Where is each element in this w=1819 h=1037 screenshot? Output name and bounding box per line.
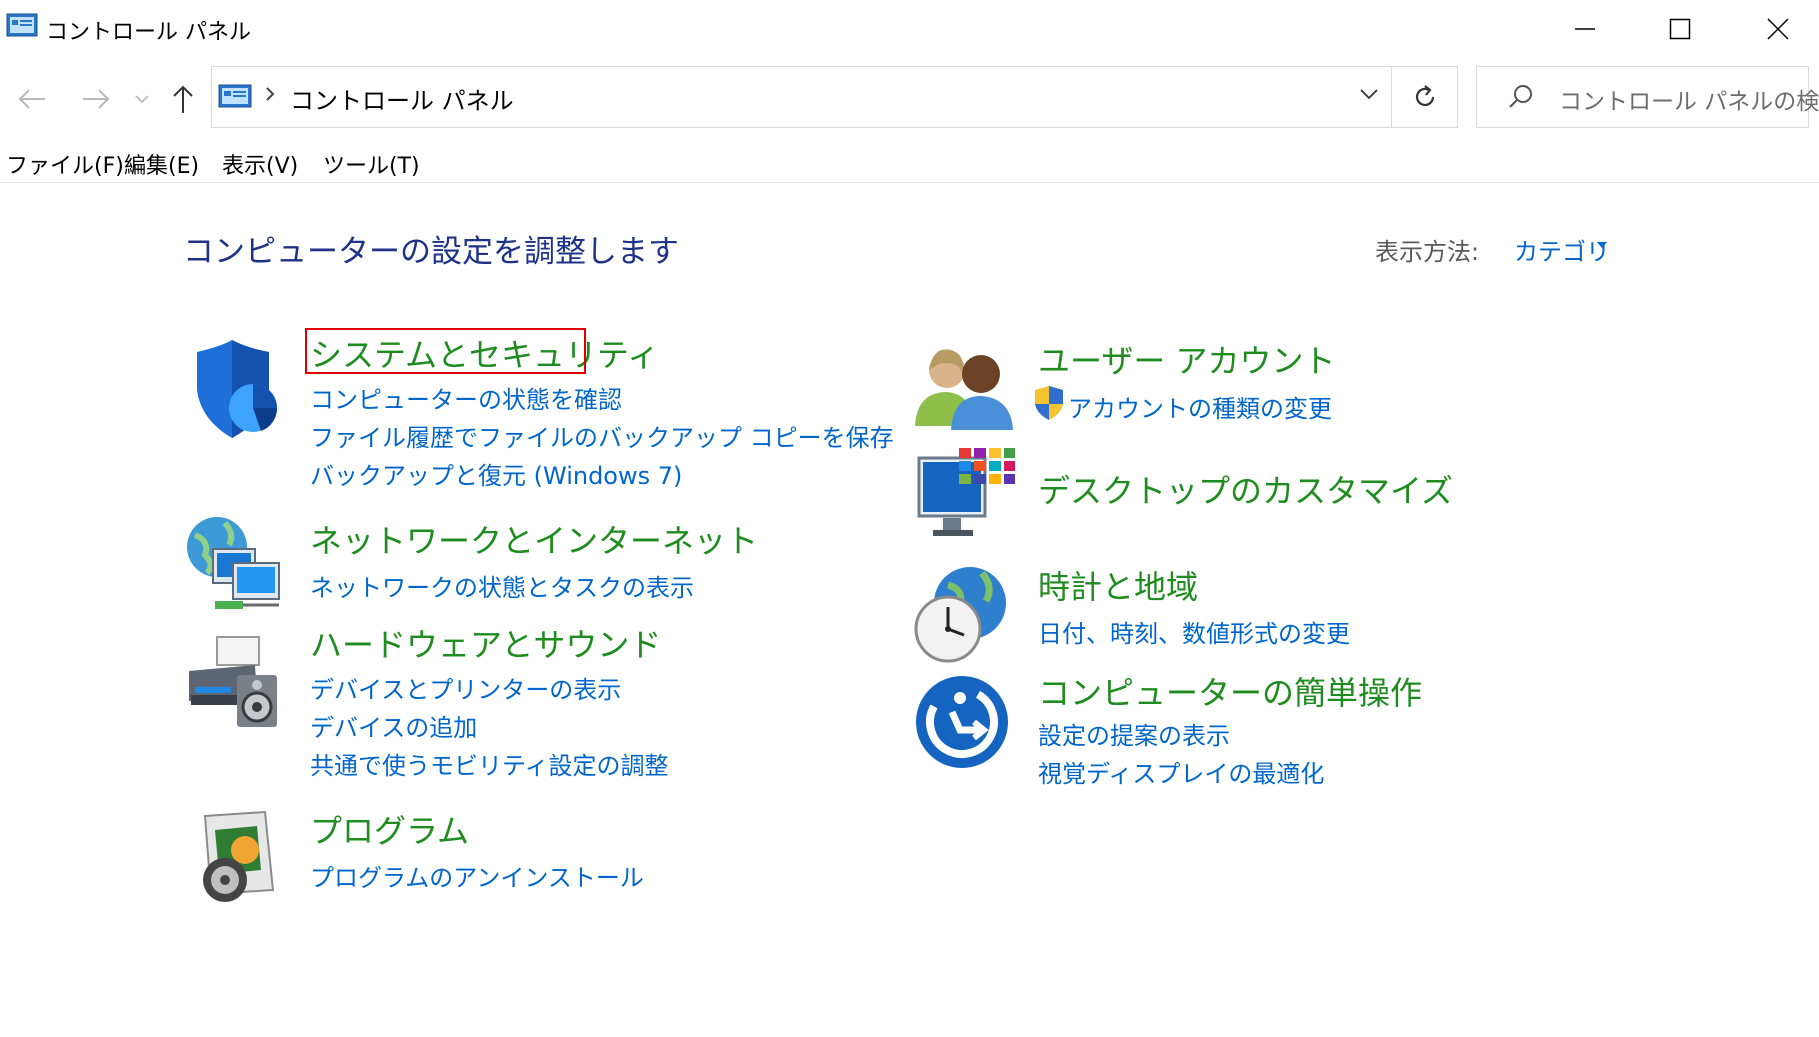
minimize-button[interactable] <box>1540 0 1630 58</box>
category-hardware-sound[interactable]: ハードウェアとサウンド <box>310 620 661 666</box>
category-clock-region[interactable]: 時計と地域 <box>1038 562 1198 608</box>
link-file-history[interactable]: ファイル履歴でファイルのバックアップ コピーを保存 <box>310 418 894 453</box>
forward-button[interactable] <box>76 78 116 120</box>
up-button[interactable] <box>166 78 200 120</box>
window-title: コントロール パネル <box>46 20 251 45</box>
address-bar[interactable]: コントロール パネル <box>211 66 1392 128</box>
link-add-device[interactable]: デバイスの追加 <box>310 708 477 743</box>
arrow-right-icon <box>83 89 110 109</box>
desktop-customize-icon <box>917 448 1015 536</box>
clock-globe-icon <box>914 567 1006 663</box>
close-icon <box>1767 18 1789 40</box>
link-optimize-display[interactable]: 視覚ディスプレイの最適化 <box>1038 754 1324 789</box>
back-button[interactable] <box>12 78 52 120</box>
recent-locations-button[interactable] <box>130 78 154 120</box>
link-date-time-format[interactable]: 日付、時刻、数値形式の変更 <box>1038 614 1350 649</box>
menu-view[interactable]: 表示(V) <box>222 148 298 180</box>
ease-of-access-icon <box>916 676 1008 768</box>
control-panel-icon <box>6 13 38 37</box>
link-uninstall-program[interactable]: プログラムのアンインストール <box>310 858 644 893</box>
search-icon <box>1509 85 1532 108</box>
page-title: コンピューターの設定を調整します <box>183 234 679 270</box>
maximize-button[interactable] <box>1635 0 1725 58</box>
menu-edit[interactable]: 編集(E) <box>124 148 199 180</box>
chevron-right-icon <box>266 87 275 101</box>
menu-file[interactable]: ファイル(F) <box>6 148 124 180</box>
link-devices-printers[interactable]: デバイスとプリンターの表示 <box>310 670 621 705</box>
refresh-icon <box>1415 85 1434 106</box>
chevron-down-icon[interactable] <box>1359 87 1379 101</box>
highlight-box <box>305 328 586 374</box>
menu-bar: ファイル(F) 編集(E) 表示(V) ツール(T) <box>0 146 1819 183</box>
view-by-dropdown[interactable]: カテゴリ <box>1514 232 1610 267</box>
chevron-down-icon <box>135 95 149 104</box>
control-panel-icon <box>218 84 252 108</box>
user-accounts-icon <box>915 349 1013 430</box>
link-change-account-type[interactable]: アカウントの種類の変更 <box>1068 389 1332 424</box>
uac-shield-icon <box>1035 386 1063 420</box>
category-ease-of-access[interactable]: コンピューターの簡単操作 <box>1038 668 1422 714</box>
menu-tools[interactable]: ツール(T) <box>323 148 420 180</box>
close-button[interactable] <box>1733 0 1819 58</box>
title-bar: コントロール パネル <box>0 0 1819 58</box>
category-desktop-customization[interactable]: デスクトップのカスタマイズ <box>1038 466 1453 512</box>
arrow-left-icon <box>18 89 45 109</box>
search-input[interactable]: コントロール パネルの検索 <box>1559 82 1819 116</box>
printer-speaker-icon <box>189 636 277 727</box>
minimize-icon <box>1575 28 1595 30</box>
category-network-internet[interactable]: ネットワークとインターネット <box>310 516 758 562</box>
link-check-status[interactable]: コンピューターの状態を確認 <box>310 380 622 415</box>
link-network-status[interactable]: ネットワークの状態とタスクの表示 <box>310 568 694 603</box>
refresh-button[interactable] <box>1391 66 1458 128</box>
maximize-icon <box>1669 18 1691 40</box>
link-mobility-settings[interactable]: 共通で使うモビリティ設定の調整 <box>310 746 669 781</box>
network-globe-icon <box>187 517 280 609</box>
breadcrumb[interactable]: コントロール パネル <box>290 81 514 116</box>
arrow-up-icon <box>173 85 193 113</box>
caret-down-icon[interactable] <box>1596 241 1608 249</box>
category-user-accounts[interactable]: ユーザー アカウント <box>1038 336 1336 382</box>
security-shield-icon <box>197 340 278 438</box>
view-by-label: 表示方法: <box>1375 238 1480 266</box>
link-backup-restore[interactable]: バックアップと復元 (Windows 7) <box>310 456 682 491</box>
search-box[interactable]: コントロール パネルの検索 <box>1476 66 1819 128</box>
category-programs[interactable]: プログラム <box>310 806 469 852</box>
link-suggested-settings[interactable]: 設定の提案の表示 <box>1038 716 1230 751</box>
programs-box-icon <box>203 810 275 902</box>
